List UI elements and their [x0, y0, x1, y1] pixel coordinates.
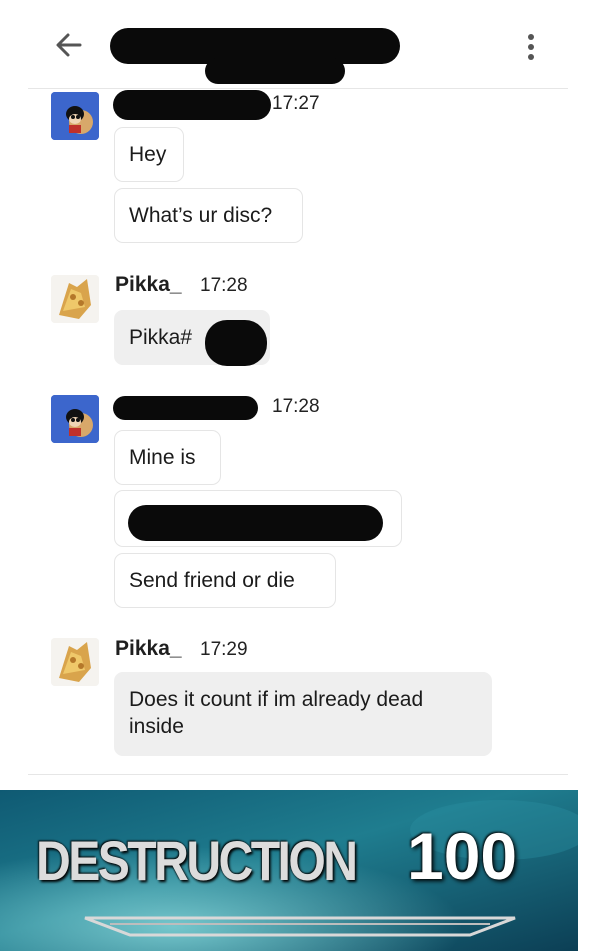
arrow-left-icon	[56, 33, 82, 57]
message-bubble: What’s ur disc?	[114, 188, 303, 243]
avatar[interactable]	[51, 638, 99, 686]
message-time: 17:28	[200, 275, 248, 296]
meme-skill-level: 100	[407, 819, 518, 893]
header-divider	[28, 88, 568, 89]
avatar[interactable]	[51, 395, 99, 443]
message-bubble: Hey	[114, 127, 184, 182]
redacted-username	[113, 90, 271, 120]
back-arrow-icon[interactable]	[52, 28, 86, 62]
message-bubble: Mine is	[114, 430, 221, 485]
redacted-username	[113, 396, 258, 420]
avatar[interactable]	[51, 92, 99, 140]
meme-skill-name: DESTRUCTION	[36, 829, 358, 892]
message-time: 17:27	[272, 93, 320, 114]
more-options-icon[interactable]	[520, 30, 542, 64]
redacted-title-tail	[205, 58, 345, 84]
message-time: 17:29	[200, 639, 248, 660]
message-time: 17:28	[272, 396, 320, 417]
chat-bottom-divider	[28, 774, 568, 775]
redacted-discord-tag	[128, 505, 383, 541]
avatar[interactable]	[51, 275, 99, 323]
redacted-tag	[205, 320, 267, 366]
message-bubble: Send friend or die	[114, 553, 336, 608]
message-bubble: Does it count if im already dead inside	[114, 672, 492, 756]
message-username[interactable]: Pikka_	[115, 637, 182, 661]
chat-header	[0, 0, 594, 90]
message-username[interactable]: Pikka_	[115, 273, 182, 297]
